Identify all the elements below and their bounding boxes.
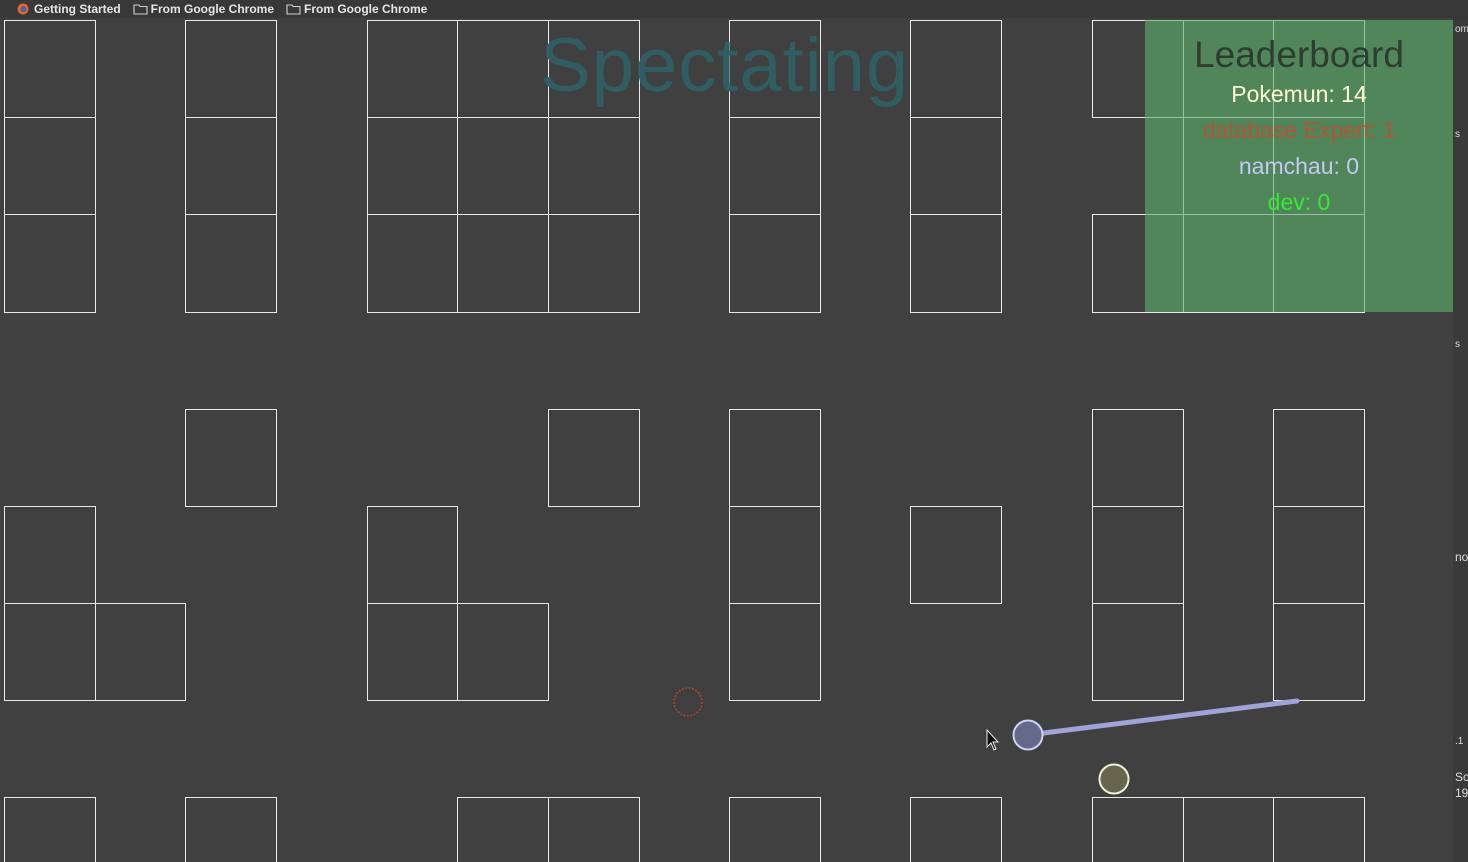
- leaderboard-entry: dev: 0: [1267, 189, 1331, 215]
- edge-text: 19: [1455, 786, 1468, 800]
- firefox-icon: [16, 3, 30, 15]
- edge-text: .1: [1455, 736, 1464, 747]
- leaderboard-entry: Pokemun: 14: [1231, 81, 1367, 107]
- bookmark-label: From Google Chrome: [304, 2, 428, 16]
- bookmark-getting-started[interactable]: Getting Started: [16, 2, 121, 16]
- bookmark-label: From Google Chrome: [150, 2, 275, 16]
- player-ball: [1012, 719, 1044, 751]
- folder-icon: [133, 3, 148, 15]
- bookmark-folder-chrome-2[interactable]: From Google Chrome: [286, 2, 427, 16]
- edge-text: s: [1455, 129, 1460, 140]
- bookmarks-bar: Getting Started From Google Chrome From …: [0, 0, 1468, 18]
- leaderboard-title: Leaderboard: [1194, 34, 1404, 75]
- folder-icon: [286, 3, 301, 15]
- spectating-banner: Spectating: [540, 23, 910, 108]
- bookmark-folder-chrome-1[interactable]: From Google Chrome: [133, 2, 274, 16]
- leaderboard-entry: database Expert: 1: [1202, 117, 1396, 143]
- bookmark-label: Getting Started: [34, 2, 121, 16]
- leaderboard-entry: namchau: 0: [1238, 153, 1360, 179]
- edge-text: Sc: [1455, 770, 1468, 784]
- leaderboard-panel: Leaderboard Pokemun: 14 database Expert:…: [1145, 20, 1453, 312]
- edge-text: no: [1455, 550, 1468, 564]
- edge-text: s: [1455, 339, 1460, 350]
- other-player-ball: [1098, 763, 1130, 795]
- edge-text: om: [1455, 24, 1468, 35]
